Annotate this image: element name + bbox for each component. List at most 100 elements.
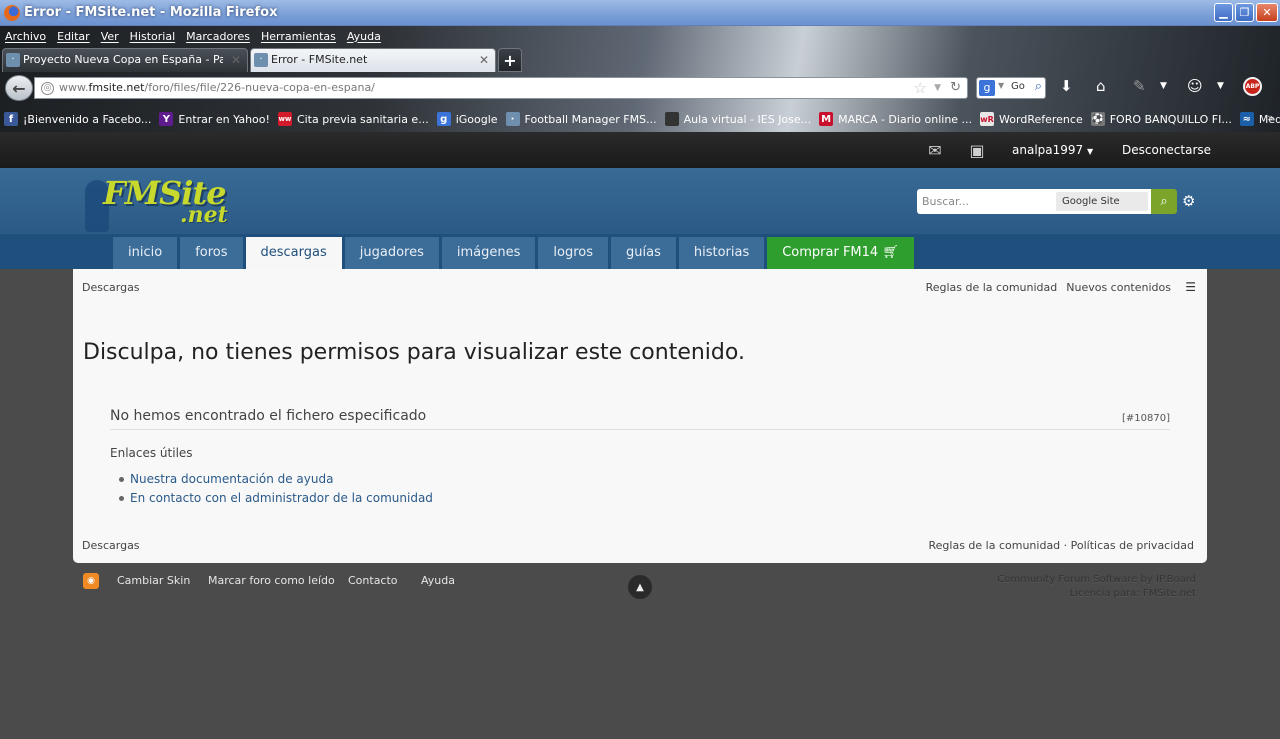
menu-editar[interactable]: Editar <box>57 30 90 43</box>
mark-read-link[interactable]: Marcar foro como leído <box>208 574 335 587</box>
bookmark-marca[interactable]: M MARCA - Diario online ... <box>819 112 972 126</box>
logout-link[interactable]: Desconectarse <box>1122 143 1211 157</box>
close-window-button[interactable]: ✕ <box>1256 3 1278 22</box>
chat-icon[interactable]: ☺ <box>1187 77 1203 95</box>
bookmarks-overflow-icon[interactable]: » <box>1267 111 1274 124</box>
engine-dropdown-icon[interactable]: ▼ <box>998 81 1004 90</box>
search-engine-label: Go <box>1011 81 1025 92</box>
nav-guias[interactable]: guías <box>611 237 676 269</box>
nav-inicio[interactable]: inicio <box>113 237 178 269</box>
minimize-button[interactable]: ▁ <box>1214 3 1233 22</box>
bookmark-igoogle[interactable]: g iGoogle <box>436 112 498 126</box>
download-icon[interactable]: ⬇ <box>1060 77 1073 95</box>
tab-strip: · Proyecto Nueva Copa en España - Pagin.… <box>0 48 522 72</box>
addon-icon[interactable]: ✎ <box>1133 77 1146 95</box>
google-icon: g <box>436 112 451 126</box>
profile-card-icon[interactable]: ▣ <box>968 141 986 160</box>
chevron-down-icon[interactable]: ▼ <box>1160 81 1167 91</box>
globe-icon: ◎ <box>41 82 54 95</box>
help-docs-link[interactable]: Nuestra documentación de ayuda <box>119 472 433 491</box>
bookmark-aula-virtual[interactable]: Aula virtual - IES Jose... <box>664 112 812 126</box>
footer-breadcrumb[interactable]: Descargas <box>82 539 140 552</box>
useful-links-list: Nuestra documentación de ayuda En contac… <box>119 472 433 510</box>
username: analpa1997 <box>1012 143 1084 157</box>
community-rules-link[interactable]: Reglas de la comunidad <box>926 281 1058 294</box>
change-skin-link[interactable]: Cambiar Skin <box>117 574 190 587</box>
back-button[interactable]: ← <box>5 75 33 101</box>
new-content-link[interactable]: Nuevos contenidos <box>1066 281 1171 294</box>
restore-button[interactable]: ❐ <box>1235 3 1254 22</box>
window-titlebar: Error - FMSite.net - Mozilla Firefox ▁ ❐… <box>0 0 1280 26</box>
nav-descargas[interactable]: descargas <box>245 237 342 269</box>
help-link[interactable]: Ayuda <box>421 574 455 587</box>
bookmark-star-icon[interactable]: ☆ <box>914 78 927 98</box>
reload-icon[interactable]: ↻ <box>950 78 961 98</box>
bookmark-label: Aula virtual - IES Jose... <box>683 112 812 126</box>
tab-proyecto-nueva-copa[interactable]: · Proyecto Nueva Copa en España - Pagin.… <box>2 48 248 72</box>
health-icon: ww <box>277 112 292 126</box>
menu-ver[interactable]: Ver <box>101 30 119 43</box>
adblock-icon[interactable]: ABP <box>1243 77 1262 96</box>
nav-foros[interactable]: foros <box>180 237 243 269</box>
search-placeholder: Buscar... <box>922 195 970 208</box>
bookmark-fmsite[interactable]: · Football Manager FMS... <box>505 112 657 126</box>
bookmark-cita-previa[interactable]: ww Cita previa sanitaria e... <box>277 112 429 126</box>
breadcrumb[interactable]: Descargas <box>82 281 140 294</box>
bookmark-foro-banquillo[interactable]: ⚽ FORO BANQUILLO FI... <box>1090 112 1232 126</box>
tab-label: Error - FMSite.net <box>271 53 368 66</box>
tab-error-fmsite[interactable]: · Error - FMSite.net ✕ <box>250 48 496 72</box>
user-menu[interactable]: analpa1997 ▼ <box>1012 143 1093 157</box>
gear-icon[interactable]: ⚙ <box>1182 192 1195 210</box>
new-tab-button[interactable]: + <box>498 48 522 72</box>
google-icon[interactable]: g <box>979 80 995 96</box>
nav-comprar-fm14[interactable]: Comprar FM14 🛒︎ <box>767 237 914 269</box>
moodle-icon <box>664 112 679 126</box>
menu-ayuda[interactable]: Ayuda <box>347 30 381 43</box>
home-icon[interactable]: ⌂ <box>1096 77 1106 95</box>
facebook-icon: f <box>4 112 18 126</box>
menu-historial[interactable]: Historial <box>130 30 175 43</box>
bookmark-label: Cita previa sanitaria e... <box>296 112 429 126</box>
nav-imagenes[interactable]: imágenes <box>441 237 536 269</box>
window-title: Error - FMSite.net - Mozilla Firefox <box>24 5 278 20</box>
search-engine-box[interactable]: g ▼ Go ⌕ <box>976 77 1046 99</box>
copyright-line-1[interactable]: Community Forum Software by IP.Board <box>997 573 1196 587</box>
search-scope-select[interactable]: Google Site <box>1056 192 1148 211</box>
bookmark-label: ¡Bienvenido a Facebo... <box>23 112 152 126</box>
list-icon[interactable]: ☰ <box>1185 280 1196 294</box>
nav-logros[interactable]: logros <box>538 237 608 269</box>
rss-icon[interactable]: ◉ <box>83 573 99 589</box>
page-title: Disculpa, no tienes permisos para visual… <box>83 340 745 365</box>
inbox-icon[interactable]: ✉ <box>926 141 944 160</box>
bookmark-yahoo[interactable]: Y Entrar en Yahoo! <box>159 112 270 126</box>
footer-policy-links[interactable]: Reglas de la comunidad · Políticas de pr… <box>929 539 1195 552</box>
search-button[interactable]: ⌕ <box>1151 189 1177 214</box>
nav-jugadores[interactable]: jugadores <box>344 237 439 269</box>
bookmark-facebook[interactable]: f ¡Bienvenido a Facebo... <box>4 112 151 126</box>
close-tab-icon[interactable]: ✕ <box>479 49 489 71</box>
bookmark-wordreference[interactable]: wR WordReference <box>980 112 1083 126</box>
menu-herramientas[interactable]: Herramientas <box>261 30 336 43</box>
copyright-line-2: Licencia para: FMSite.net <box>1069 588 1196 599</box>
nav-historias[interactable]: historias <box>678 237 765 269</box>
cart-icon: 🛒︎ <box>882 245 899 260</box>
marca-icon: M <box>819 112 834 126</box>
fmsite-favicon: · <box>254 53 268 67</box>
site-search-field[interactable]: Buscar... Google Site <box>917 189 1152 214</box>
contact-link[interactable]: Contacto <box>348 574 398 587</box>
close-tab-icon[interactable]: ✕ <box>231 49 241 71</box>
url-bar[interactable]: ◎ www.fmsite.net/foro/files/file/226-nue… <box>34 77 968 99</box>
logo-sub-text: .net <box>180 202 228 228</box>
contact-admin-link[interactable]: En contacto con el administrador de la c… <box>119 491 433 510</box>
browser-chrome: Archivo Editar Ver Historial Marcadores … <box>0 26 1280 132</box>
history-dropdown-icon[interactable]: ▼ <box>934 78 941 98</box>
back-to-top-icon[interactable]: ▲ <box>628 575 652 599</box>
search-icon[interactable]: ⌕ <box>1035 79 1042 94</box>
error-message: No hemos encontrado el fichero especific… <box>110 408 427 424</box>
error-code: [#10870] <box>1122 413 1170 424</box>
menu-archivo[interactable]: Archivo <box>5 30 46 43</box>
menu-marcadores[interactable]: Marcadores <box>186 30 250 43</box>
bookmark-label: Entrar en Yahoo! <box>178 112 270 126</box>
chevron-down-icon[interactable]: ▼ <box>1217 81 1224 91</box>
site-logo[interactable]: FMSite .net <box>85 172 255 232</box>
